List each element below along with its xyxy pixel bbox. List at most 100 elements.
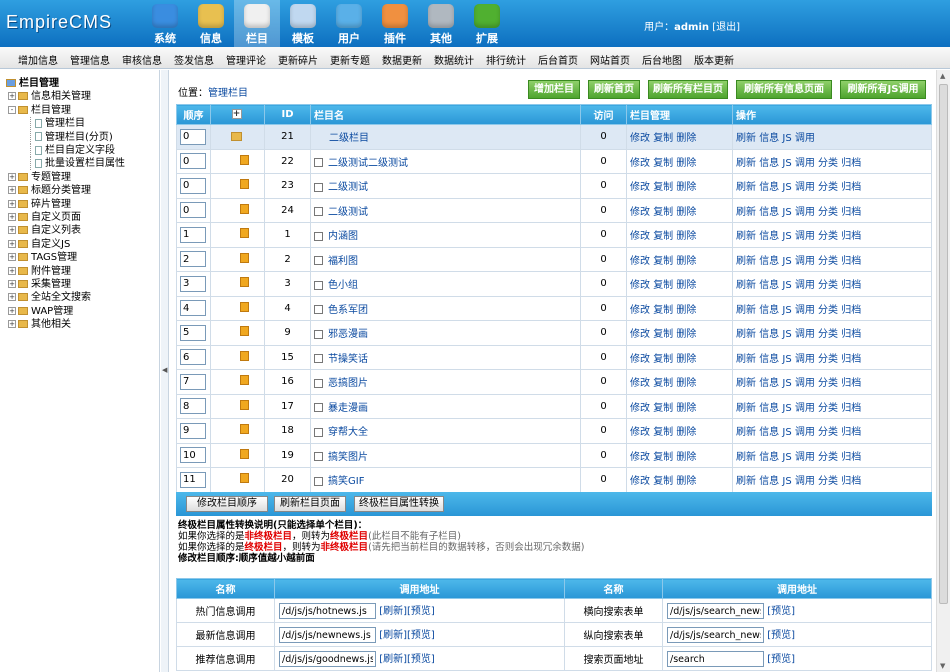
op-link[interactable]: 调用 <box>795 354 815 365</box>
op-link[interactable]: 调用 <box>795 476 815 487</box>
js-url-input[interactable] <box>279 627 376 644</box>
op-link[interactable]: 调用 <box>795 329 815 340</box>
logout-link[interactable]: [退出] <box>712 22 740 33</box>
manage-link[interactable]: 删除 <box>676 427 696 438</box>
tree-item[interactable]: + 自定义页面 <box>8 211 81 224</box>
op-link[interactable]: 调用 <box>795 403 815 414</box>
op-link[interactable]: 分类 <box>818 476 838 487</box>
order-input[interactable] <box>180 153 206 170</box>
op-link[interactable]: JS <box>782 378 791 389</box>
tree-item[interactable]: + 碎片管理 <box>8 198 71 211</box>
nav-globe[interactable]: 系统 <box>142 0 188 47</box>
tree-item[interactable]: 管理栏目 <box>30 117 85 131</box>
manage-link[interactable]: 删除 <box>676 231 696 242</box>
row-checkbox[interactable] <box>314 182 323 192</box>
op-link[interactable]: JS <box>782 280 791 291</box>
op-link[interactable]: 调用 <box>795 158 815 169</box>
tree-item[interactable]: 管理栏目(分页) <box>30 130 113 144</box>
row-checkbox[interactable] <box>314 452 323 462</box>
op-link[interactable]: 刷新 <box>736 378 756 389</box>
manage-link[interactable]: 复制 <box>653 133 673 144</box>
category-name-link[interactable]: 邪恶漫画 <box>328 329 368 340</box>
tree-item[interactable]: - 栏目管理 <box>8 104 71 117</box>
category-name-link[interactable]: 二级栏目 <box>329 133 369 144</box>
manage-link[interactable]: 复制 <box>653 305 673 316</box>
nav-gear[interactable]: 其他 <box>418 0 464 47</box>
row-checkbox[interactable] <box>314 476 323 486</box>
op-link[interactable]: 刷新 <box>736 133 756 144</box>
manage-link[interactable]: 删除 <box>676 280 696 291</box>
op-link[interactable]: 调用 <box>795 305 815 316</box>
subnav-item[interactable]: 审核信息 <box>122 52 162 67</box>
tree-item[interactable]: 栏目自定义字段 <box>30 144 115 157</box>
op-link[interactable]: 信息 <box>759 280 779 291</box>
tree-item[interactable]: + 采集管理 <box>8 278 71 291</box>
op-link[interactable]: 分类 <box>818 207 838 218</box>
tree-item[interactable]: + 信息相关管理 <box>8 90 91 103</box>
expand-icon[interactable]: + <box>8 213 16 221</box>
js-url-input[interactable] <box>279 651 376 668</box>
row-checkbox[interactable] <box>314 207 323 217</box>
manage-link[interactable]: 复制 <box>653 231 673 242</box>
op-link[interactable]: 归档 <box>841 403 861 414</box>
op-link[interactable]: 调用 <box>795 280 815 291</box>
manage-link[interactable]: 复制 <box>653 158 673 169</box>
op-link[interactable]: 信息 <box>759 452 779 463</box>
op-link[interactable]: 归档 <box>841 256 861 267</box>
op-link[interactable]: JS <box>782 158 791 169</box>
op-link[interactable]: 刷新 <box>736 354 756 365</box>
js-action-link[interactable]: [预览] <box>407 630 435 641</box>
op-link[interactable]: 归档 <box>841 476 861 487</box>
op-link[interactable]: JS <box>782 305 791 316</box>
manage-link[interactable]: 删除 <box>676 256 696 267</box>
op-link[interactable]: 信息 <box>759 329 779 340</box>
footer-button[interactable]: 刷新栏目页面 <box>274 496 346 512</box>
js-action-link[interactable]: [预览] <box>407 654 435 665</box>
category-name-link[interactable]: 二级测试二级测试 <box>328 158 408 169</box>
expand-icon[interactable]: + <box>8 239 16 248</box>
op-link[interactable]: 分类 <box>818 354 838 365</box>
manage-link[interactable]: 删除 <box>676 305 696 316</box>
category-name-link[interactable]: 二级测试 <box>328 182 368 193</box>
manage-link[interactable]: 复制 <box>653 403 673 414</box>
js-action-link[interactable]: [刷新] <box>379 606 407 617</box>
op-link[interactable]: 调用 <box>795 256 815 267</box>
manage-link[interactable]: 复制 <box>653 256 673 267</box>
action-button[interactable]: 刷新所有信息页面 <box>736 80 832 99</box>
subnav-item[interactable]: 更新专题 <box>330 52 370 67</box>
js-action-link[interactable]: [预览] <box>767 606 795 617</box>
manage-link[interactable]: 修改 <box>630 280 650 291</box>
op-link[interactable]: 归档 <box>841 207 861 218</box>
manage-link[interactable]: 删除 <box>676 354 696 365</box>
category-name-link[interactable]: 搞笑图片 <box>328 452 368 463</box>
manage-link[interactable]: 修改 <box>630 452 650 463</box>
manage-link[interactable]: 删除 <box>676 133 696 144</box>
manage-link[interactable]: 复制 <box>653 378 673 389</box>
order-input[interactable] <box>180 349 206 366</box>
tree-item[interactable]: + WAP管理 <box>8 305 73 318</box>
manage-link[interactable]: 删除 <box>676 452 696 463</box>
op-link[interactable]: 调用 <box>795 378 815 389</box>
category-name-link[interactable]: 穿帮大全 <box>328 427 368 438</box>
js-action-link[interactable]: [预览] <box>767 654 795 665</box>
category-name-link[interactable]: 福利图 <box>328 256 358 267</box>
order-input[interactable] <box>180 128 206 145</box>
op-link[interactable]: 信息 <box>759 305 779 316</box>
action-button[interactable]: 刷新所有栏目页 <box>648 80 728 99</box>
op-link[interactable]: 刷新 <box>736 403 756 414</box>
action-button[interactable]: 刷新首页 <box>588 80 640 99</box>
subnav-item[interactable]: 增加信息 <box>18 52 58 67</box>
op-link[interactable]: 刷新 <box>736 476 756 487</box>
subnav-item[interactable]: 排行统计 <box>486 52 526 67</box>
expand-icon[interactable]: + <box>8 92 16 101</box>
category-name-link[interactable]: 色小组 <box>328 280 358 291</box>
category-name-link[interactable]: 暴走漫画 <box>328 403 368 414</box>
op-link[interactable]: 刷新 <box>736 329 756 340</box>
op-link[interactable]: 信息 <box>759 133 779 144</box>
manage-link[interactable]: 删除 <box>676 403 696 414</box>
expand-icon[interactable]: + <box>8 320 16 329</box>
row-checkbox[interactable] <box>314 329 323 339</box>
op-link[interactable]: 归档 <box>841 158 861 169</box>
breadcrumb-link[interactable]: 管理栏目 <box>208 88 248 99</box>
row-checkbox[interactable] <box>314 427 323 437</box>
